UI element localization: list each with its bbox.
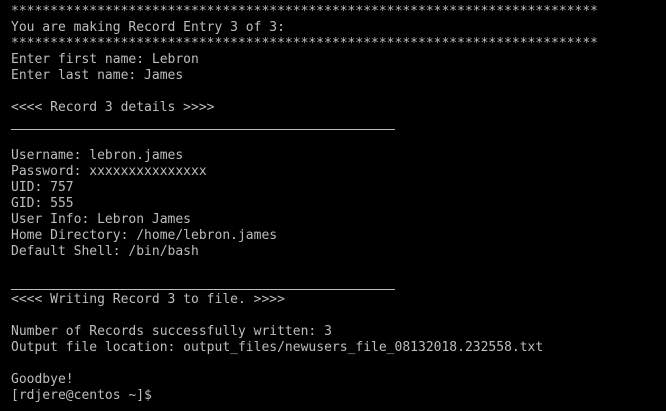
- records-written-count: Number of Records successfully written: …: [11, 324, 332, 339]
- home-directory-line: Home Directory: /home/lebron.james: [11, 228, 278, 243]
- text-cursor[interactable]: [152, 388, 160, 401]
- first-name-prompt: Enter first name: Lebron: [11, 52, 199, 67]
- last-name-prompt: Enter last name: James: [11, 68, 184, 83]
- banner-bottom: ****************************************…: [11, 36, 598, 51]
- username-line: Username: lebron.james: [11, 148, 184, 163]
- divider-line: [11, 276, 666, 292]
- gid-line: GID: 555: [11, 196, 74, 211]
- user-info-line: User Info: Lebron James: [11, 212, 192, 227]
- writing-status: <<<< Writing Record 3 to file. >>>>: [11, 292, 285, 307]
- password-line: Password: xxxxxxxxxxxxxxx: [11, 164, 207, 179]
- uid-line: UID: 757: [11, 180, 74, 195]
- divider-line: [11, 116, 666, 132]
- banner-top: ****************************************…: [11, 4, 598, 19]
- terminal-window[interactable]: ****************************************…: [0, 0, 666, 411]
- shell-prompt-line[interactable]: [rdjere@centos ~]$: [11, 388, 666, 404]
- goodbye-message: Goodbye!: [11, 372, 74, 387]
- record-details-header: <<<< Record 3 details >>>>: [11, 100, 215, 115]
- record-entry-heading: You are making Record Entry 3 of 3:: [11, 20, 285, 35]
- shell-prompt: [rdjere@centos ~]$: [11, 388, 152, 403]
- default-shell-line: Default Shell: /bin/bash: [11, 244, 199, 259]
- output-file-location: Output file location: output_files/newus…: [11, 340, 544, 355]
